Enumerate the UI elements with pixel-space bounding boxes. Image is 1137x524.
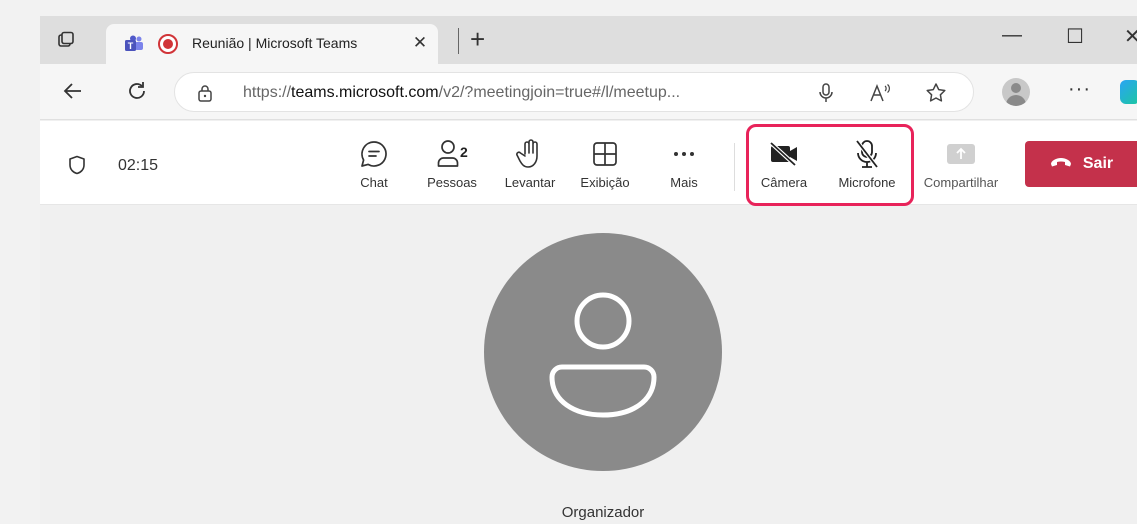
url-text[interactable]: https://teams.microsoft.com/v2/?meetingj… — [243, 84, 680, 102]
profile-avatar-icon[interactable] — [1002, 78, 1030, 106]
view-button[interactable]: Exibição — [574, 139, 636, 190]
more-button[interactable]: Mais — [662, 139, 706, 190]
raise-hand-label: Levantar — [504, 175, 556, 190]
minimize-button[interactable]: — — [1002, 24, 1022, 47]
raise-hand-icon — [510, 139, 550, 169]
tab-teams-meeting[interactable]: T Reunião | Microsoft Teams ✕ — [106, 24, 438, 64]
meeting-control-bar: 02:15 Chat 2 Pessoas Levantar Exibição M… — [40, 121, 1137, 206]
hang-up-icon — [1049, 155, 1073, 173]
close-window-button[interactable]: ✕ — [1124, 24, 1137, 49]
raise-hand-button[interactable]: Levantar — [498, 139, 562, 190]
browser-menu-button[interactable]: ··· — [1068, 78, 1091, 101]
chat-button[interactable]: Chat — [352, 139, 396, 190]
refresh-button[interactable] — [124, 78, 150, 104]
voice-search-icon[interactable] — [815, 82, 837, 104]
participant-avatar[interactable] — [484, 233, 722, 471]
address-bar[interactable]: https://teams.microsoft.com/v2/?meetingj… — [174, 72, 974, 112]
tab-strip: T Reunião | Microsoft Teams ✕ + — ☐ ✕ — [40, 16, 1137, 64]
people-count: 2 — [460, 144, 468, 160]
browser-toolbar: https://teams.microsoft.com/v2/?meetingj… — [40, 64, 1137, 120]
url-path: /v2/?meetingjoin=true#/l/meetup... — [438, 84, 681, 101]
url-prefix: https:// — [243, 84, 292, 101]
maximize-button[interactable]: ☐ — [1066, 24, 1084, 49]
tab-separator — [458, 28, 459, 54]
people-icon: 2 — [432, 139, 472, 169]
tab-title: Reunião | Microsoft Teams — [192, 35, 358, 51]
chat-label: Chat — [360, 175, 388, 190]
browser-window: T Reunião | Microsoft Teams ✕ + — ☐ ✕ ht… — [40, 16, 1137, 524]
grid-view-icon — [585, 139, 625, 169]
teams-icon: T — [124, 35, 144, 53]
back-button[interactable] — [60, 78, 86, 104]
tab-actions-icon[interactable] — [54, 28, 78, 52]
toolbar-separator — [734, 143, 735, 191]
person-icon — [549, 292, 657, 418]
camera-mic-highlight — [746, 124, 914, 206]
copilot-icon[interactable] — [1120, 80, 1137, 104]
leave-button[interactable]: Sair — [1025, 141, 1137, 187]
shield-icon[interactable] — [68, 155, 86, 180]
recording-indicator-icon — [158, 34, 178, 54]
url-domain: teams.microsoft.com — [291, 84, 439, 101]
share-icon — [941, 139, 981, 169]
people-button[interactable]: 2 Pessoas — [424, 139, 480, 190]
more-icon — [664, 139, 704, 169]
leave-label: Sair — [1082, 155, 1114, 172]
view-label: Exibição — [580, 175, 630, 190]
favorite-star-icon[interactable] — [925, 82, 947, 104]
new-tab-button[interactable]: + — [470, 24, 485, 54]
read-aloud-icon[interactable] — [869, 82, 891, 104]
participant-name: Organizador — [561, 504, 645, 521]
people-label: Pessoas — [427, 175, 477, 190]
share-button[interactable]: Compartilhar — [916, 139, 1006, 190]
lock-icon[interactable] — [197, 84, 213, 107]
meeting-timer: 02:15 — [118, 157, 159, 174]
meeting-stage: Organizador — [40, 206, 1137, 524]
svg-text:T: T — [128, 41, 134, 51]
chat-icon — [354, 139, 394, 169]
tab-close-icon[interactable]: ✕ — [410, 33, 430, 53]
share-label: Compartilhar — [923, 175, 999, 190]
more-label: Mais — [670, 175, 698, 190]
